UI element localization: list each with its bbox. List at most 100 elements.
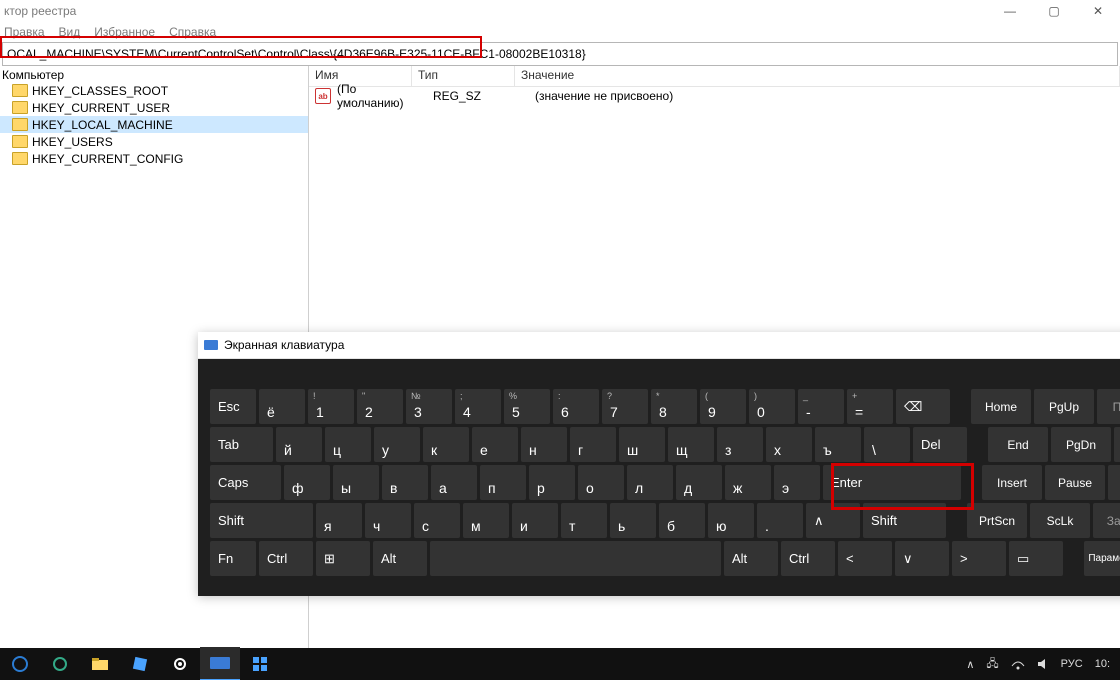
osk-key[interactable]: ?7 xyxy=(602,389,648,424)
osk-key[interactable]: с xyxy=(414,503,460,538)
taskbar-app-3[interactable] xyxy=(240,648,280,680)
osk-key[interactable]: ∧ xyxy=(806,503,860,538)
osk-nav-key[interactable]: PgDn xyxy=(1051,427,1111,462)
osk-key[interactable]: ф xyxy=(284,465,330,500)
osk-key[interactable]: Enter xyxy=(823,465,961,500)
tray-network-icon[interactable]: 🖧 xyxy=(986,655,998,674)
osk-nav-key[interactable]: Pause xyxy=(1045,465,1105,500)
osk-nav-key[interactable]: Закре xyxy=(1093,503,1120,538)
osk-key[interactable]: ы xyxy=(333,465,379,500)
osk-key[interactable]: л xyxy=(627,465,673,500)
osk-key[interactable]: к xyxy=(423,427,469,462)
osk-key[interactable]: ;4 xyxy=(455,389,501,424)
osk-key[interactable]: !1 xyxy=(308,389,354,424)
osk-key[interactable]: ь xyxy=(610,503,656,538)
taskbar-settings[interactable] xyxy=(160,648,200,680)
taskbar-edge[interactable] xyxy=(0,648,40,680)
osk-key[interactable]: Ctrl xyxy=(259,541,313,576)
osk-key[interactable]: Esc xyxy=(210,389,256,424)
tray-volume-icon[interactable] xyxy=(1037,658,1049,670)
osk-nav-key[interactable]: PrtScn xyxy=(967,503,1027,538)
osk-key[interactable]: э xyxy=(774,465,820,500)
osk-nav-key[interactable]: ScLk xyxy=(1030,503,1090,538)
osk-nav-key[interactable]: Параметры xyxy=(1084,541,1120,576)
address-input[interactable] xyxy=(3,45,1117,63)
col-value[interactable]: Значение xyxy=(515,66,1120,86)
osk-key[interactable]: ж xyxy=(725,465,771,500)
osk-key[interactable]: Caps xyxy=(210,465,281,500)
osk-key[interactable]: м xyxy=(463,503,509,538)
osk-nav-key[interactable]: Home xyxy=(971,389,1031,424)
osk-key[interactable]: ▭ xyxy=(1009,541,1063,576)
osk-key[interactable]: \ xyxy=(864,427,910,462)
osk-key[interactable]: з xyxy=(717,427,763,462)
osk-key[interactable]: т xyxy=(561,503,607,538)
osk-key[interactable]: . xyxy=(757,503,803,538)
osk-key[interactable]: ⌫ xyxy=(896,389,950,424)
osk-key[interactable]: х xyxy=(766,427,812,462)
osk-key[interactable]: )0 xyxy=(749,389,795,424)
osk-key[interactable]: (9 xyxy=(700,389,746,424)
col-type[interactable]: Тип xyxy=(412,66,515,86)
osk-key[interactable]: Alt xyxy=(724,541,778,576)
taskbar-explorer[interactable] xyxy=(80,648,120,680)
osk-key[interactable]: Fn xyxy=(210,541,256,576)
tree-item[interactable]: HKEY_USERS xyxy=(0,133,308,150)
osk-key[interactable]: %5 xyxy=(504,389,550,424)
tree-item[interactable]: HKEY_CURRENT_CONFIG xyxy=(0,150,308,167)
osk-key[interactable]: Tab xyxy=(210,427,273,462)
tree-item[interactable]: HKEY_LOCAL_MACHINE xyxy=(0,116,308,133)
taskbar[interactable]: ∧ 🖧 РУС 10: xyxy=(0,648,1120,680)
osk-key[interactable]: о xyxy=(578,465,624,500)
system-tray[interactable]: ∧ 🖧 РУС 10: xyxy=(966,655,1120,674)
taskbar-osk[interactable] xyxy=(200,647,240,680)
address-bar[interactable] xyxy=(2,42,1118,66)
osk-key[interactable]: "2 xyxy=(357,389,403,424)
osk-key[interactable]: ⊞ xyxy=(316,541,370,576)
tray-clock[interactable]: 10: xyxy=(1095,658,1110,670)
osk-key[interactable]: > xyxy=(952,541,1006,576)
osk-key[interactable]: ю xyxy=(708,503,754,538)
value-row[interactable]: ab(По умолчанию)REG_SZ(значение не присв… xyxy=(309,87,1120,105)
taskbar-app-2[interactable] xyxy=(120,648,160,680)
osk-key[interactable]: ё xyxy=(259,389,305,424)
osk-nav-key[interactable]: Пере xyxy=(1114,427,1120,462)
osk-key[interactable]: _- xyxy=(798,389,844,424)
tray-wifi-icon[interactable] xyxy=(1011,658,1025,670)
osk-key[interactable]: Del xyxy=(913,427,967,462)
osk-key[interactable]: п xyxy=(480,465,526,500)
menu-edit[interactable]: Правка xyxy=(4,25,45,39)
osk-key[interactable]: а xyxy=(431,465,477,500)
osk-key[interactable]: й xyxy=(276,427,322,462)
osk-key[interactable] xyxy=(430,541,721,576)
osk-key[interactable]: Shift xyxy=(210,503,313,538)
tree-item[interactable]: HKEY_CLASSES_ROOT xyxy=(0,82,308,99)
menu-favorites[interactable]: Избранное xyxy=(94,25,155,39)
osk-nav-key[interactable]: Пере xyxy=(1108,465,1120,500)
osk-key[interactable]: Alt xyxy=(373,541,427,576)
menu-help[interactable]: Справка xyxy=(169,25,216,39)
osk-key[interactable]: ъ xyxy=(815,427,861,462)
osk-key[interactable]: г xyxy=(570,427,616,462)
osk-key[interactable]: ц xyxy=(325,427,371,462)
osk-key[interactable]: у xyxy=(374,427,420,462)
osk-key[interactable]: += xyxy=(847,389,893,424)
tree-root[interactable]: Компьютер xyxy=(0,68,308,82)
taskbar-app-1[interactable] xyxy=(40,648,80,680)
osk-nav-key[interactable]: Пере xyxy=(1097,389,1120,424)
close-button[interactable]: ✕ xyxy=(1076,0,1120,22)
osk-key[interactable]: < xyxy=(838,541,892,576)
osk-nav-key[interactable]: PgUp xyxy=(1034,389,1094,424)
osk-key[interactable]: е xyxy=(472,427,518,462)
tray-language[interactable]: РУС xyxy=(1061,658,1083,670)
osk-key[interactable]: н xyxy=(521,427,567,462)
osk-key[interactable]: ш xyxy=(619,427,665,462)
osk-key[interactable]: Ctrl xyxy=(781,541,835,576)
tree-item[interactable]: HKEY_CURRENT_USER xyxy=(0,99,308,116)
osk-key[interactable]: ∨ xyxy=(895,541,949,576)
osk-key[interactable]: д xyxy=(676,465,722,500)
menu-view[interactable]: Вид xyxy=(59,25,81,39)
maximize-button[interactable]: ▢ xyxy=(1032,0,1076,22)
osk-key[interactable]: я xyxy=(316,503,362,538)
tray-chevron-icon[interactable]: ∧ xyxy=(966,658,974,671)
